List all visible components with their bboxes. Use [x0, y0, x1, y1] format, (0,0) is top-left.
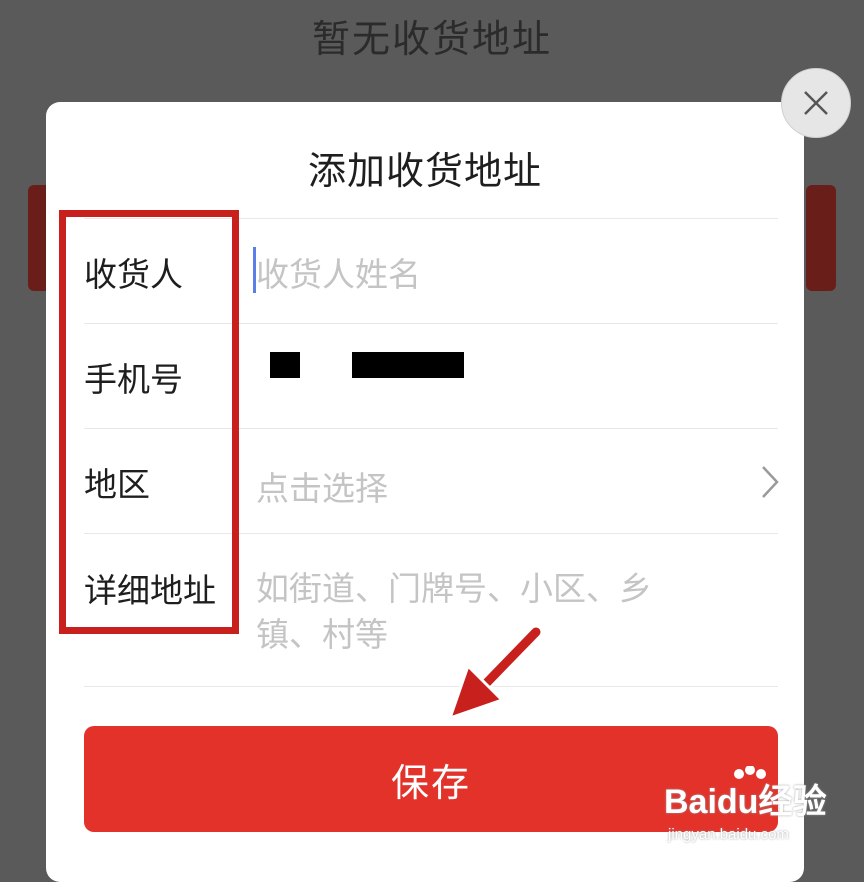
watermark-site: jingyan.baidu.com — [668, 826, 789, 843]
redaction-block — [352, 352, 464, 378]
paw-logo-icon — [734, 766, 766, 779]
divider — [84, 686, 778, 687]
chevron-right-icon[interactable] — [760, 464, 780, 504]
detail-placeholder-line: 镇、村等 — [256, 615, 388, 654]
phone-input[interactable] — [252, 342, 512, 392]
close-button[interactable] — [781, 68, 851, 138]
region-selector[interactable]: 点击选择 — [256, 462, 388, 510]
redaction-block — [270, 352, 300, 378]
arrow-annotation-icon — [448, 625, 543, 720]
label-highlight-box — [59, 210, 239, 634]
close-icon — [804, 91, 828, 115]
dialog-title: 添加收货地址 — [307, 149, 542, 193]
consignee-input[interactable]: 收货人姓名 — [256, 248, 421, 296]
background-page-title: 暂无收货地址 — [311, 17, 552, 61]
watermark: Baidu经验 jingyan.baidu.com — [664, 766, 854, 856]
background-button-edge-right — [806, 185, 836, 291]
detail-placeholder-line: 如街道、门牌号、小区、乡 — [256, 569, 652, 608]
